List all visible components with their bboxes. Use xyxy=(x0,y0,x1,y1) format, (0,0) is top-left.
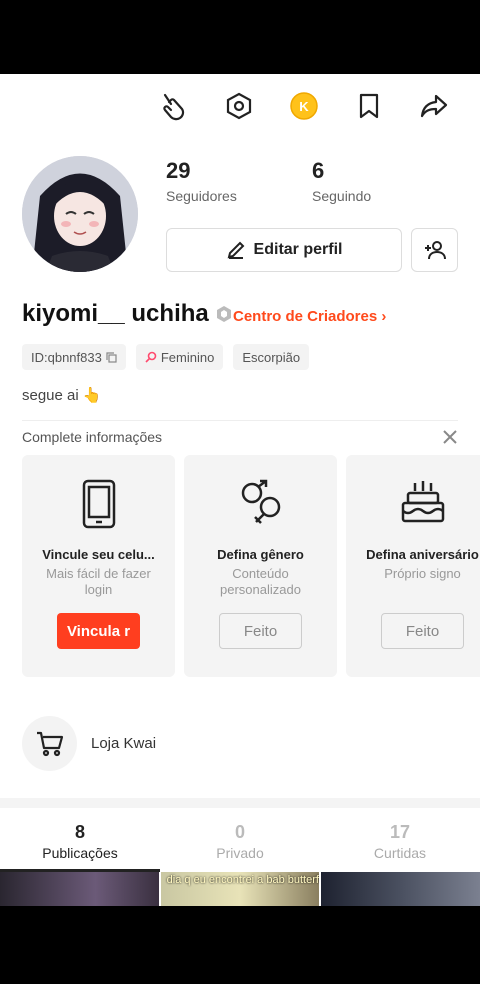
bookmark-icon[interactable] xyxy=(351,88,387,124)
profile-tags: ID:qbnnf833 Feminino Escorpião xyxy=(22,344,310,370)
following-stat[interactable]: 6 Seguindo xyxy=(312,158,371,204)
zodiac-tag: Escorpião xyxy=(233,344,310,370)
phone-icon xyxy=(22,479,175,531)
tab-label: Publicações xyxy=(42,845,118,861)
thumbnail-caption: dia q eu encontrei a bab butterfly Bellm… xyxy=(166,874,320,886)
tab-count: 8 xyxy=(74,822,85,842)
followers-label: Seguidores xyxy=(166,188,237,204)
following-label: Seguindo xyxy=(312,188,372,204)
tab-curtidas[interactable]: 17 Curtidas xyxy=(320,808,480,872)
username-row: kiyomi__ uchiha xyxy=(22,300,233,328)
gender-tag: Feminino xyxy=(135,344,224,370)
close-icon[interactable] xyxy=(440,427,460,447)
content-tabs: 8 Publicações 0 Privado 17 Curtidas xyxy=(0,808,480,872)
female-icon xyxy=(145,351,157,363)
bio-text: segue ai 👆 xyxy=(22,387,102,404)
profile-screen: K 29 Seguidores 6 Seguindo Editar perfil… xyxy=(0,74,480,906)
set-gender-card[interactable]: Defina gênero Conteúdo personalizado Fei… xyxy=(184,455,337,677)
top-toolbar: K xyxy=(0,88,480,128)
divider xyxy=(22,420,458,421)
kwai-shop-entry[interactable]: Loja Kwai xyxy=(22,716,156,771)
avatar[interactable] xyxy=(22,156,138,272)
share-icon[interactable] xyxy=(416,88,452,124)
coin-symbol: K xyxy=(299,99,309,114)
creator-center-label: Centro de Criadores xyxy=(233,308,378,325)
edit-profile-label: Editar perfil xyxy=(253,241,343,258)
video-thumbnail[interactable] xyxy=(0,872,159,906)
card-title: Defina aniversário xyxy=(366,547,479,562)
edit-profile-button[interactable]: Editar perfil xyxy=(166,228,402,272)
card-desc: Mais fácil de fazer login xyxy=(46,566,151,597)
tab-privado[interactable]: 0 Privado xyxy=(160,808,320,872)
set-birthday-button[interactable]: Feito xyxy=(381,613,464,649)
card-title: Defina gênero xyxy=(217,547,304,562)
zodiac-label: Escorpião xyxy=(242,349,301,365)
card-desc: Próprio signo xyxy=(384,566,461,581)
following-count: 6 xyxy=(312,158,325,183)
video-thumbnail[interactable] xyxy=(321,872,480,906)
set-gender-button[interactable]: Feito xyxy=(219,613,302,649)
birthday-cake-icon xyxy=(346,479,480,531)
tab-count: 17 xyxy=(389,822,411,842)
tab-count: 0 xyxy=(234,822,245,842)
tap-hand-icon[interactable] xyxy=(156,88,192,124)
link-phone-button[interactable]: Vincula r xyxy=(57,613,140,649)
video-grid: dia q eu encontrei a bab butterfly Bellm… xyxy=(0,872,480,906)
followers-count: 29 xyxy=(166,158,191,183)
gender-icon xyxy=(184,479,337,531)
add-user-icon xyxy=(424,241,446,260)
video-thumbnail[interactable]: dia q eu encontrei a bab butterfly Bellm… xyxy=(160,872,320,906)
complete-info-cards: Vincule seu celu... Mais fácil de fazer … xyxy=(22,455,480,677)
creator-center-link[interactable]: Centro de Criadores › xyxy=(233,308,386,325)
user-id: ID:qbnnf833 xyxy=(31,349,102,365)
pencil-icon xyxy=(227,241,244,259)
link-phone-card[interactable]: Vincule seu celu... Mais fácil de fazer … xyxy=(22,455,175,677)
user-id-tag[interactable]: ID:qbnnf833 xyxy=(22,344,126,370)
hexagon-settings-icon[interactable] xyxy=(221,88,257,124)
verified-shield-icon[interactable] xyxy=(215,305,233,323)
username: kiyomi__ uchiha xyxy=(22,300,209,327)
set-birthday-card[interactable]: Defina aniversário Próprio signo Feito xyxy=(346,455,480,677)
add-friend-button[interactable] xyxy=(411,228,458,272)
card-desc: Conteúdo personalizado xyxy=(220,566,301,597)
coin-icon[interactable]: K xyxy=(286,88,322,124)
tab-label: Privado xyxy=(216,845,264,861)
complete-info-header: Complete informações xyxy=(22,429,163,445)
chevron-right-icon: › xyxy=(377,308,387,325)
shop-label: Loja Kwai xyxy=(91,735,157,752)
card-title: Vincule seu celu... xyxy=(42,547,155,562)
copy-icon xyxy=(106,351,117,363)
tab-publicacoes[interactable]: 8 Publicações xyxy=(0,808,160,872)
section-separator xyxy=(0,798,480,808)
cart-icon xyxy=(22,716,77,771)
followers-stat[interactable]: 29 Seguidores xyxy=(166,158,237,204)
tab-label: Curtidas xyxy=(373,845,427,861)
gender-label: Feminino xyxy=(160,349,215,365)
